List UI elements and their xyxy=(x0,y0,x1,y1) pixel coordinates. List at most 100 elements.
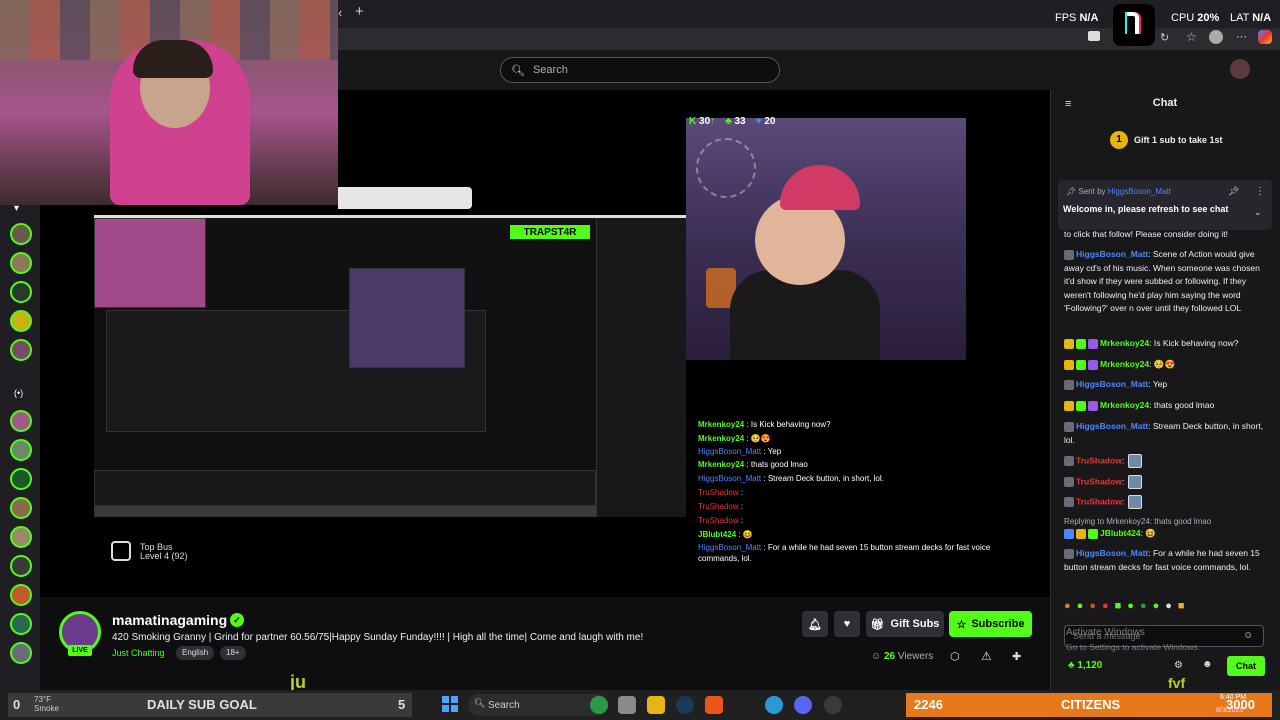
followed-channel-avatar[interactable] xyxy=(10,584,32,606)
search-placeholder: Search xyxy=(532,64,568,76)
copilot-icon[interactable] xyxy=(1258,30,1272,44)
emote-bar[interactable]: ● ● ● ● ■ ● ● ● ● ■ xyxy=(1064,600,1264,612)
user-badge-icon xyxy=(1064,379,1074,390)
user-badge-icon xyxy=(1076,400,1086,411)
overlay-logo-fvf: fvf xyxy=(1168,675,1186,691)
channel-name[interactable]: mamatinagaming xyxy=(112,612,227,628)
more-menu-icon[interactable]: ⋯ xyxy=(1236,30,1247,43)
user-badge-icon xyxy=(1088,400,1098,411)
clock-time: 6:40 PM xyxy=(1220,694,1247,701)
citizens-label: CITIZENS xyxy=(1061,697,1121,712)
favorites-icon[interactable]: ☆ xyxy=(1186,30,1197,44)
steam-icon[interactable] xyxy=(676,696,694,714)
live-badge: LIVE xyxy=(68,645,92,656)
overlay-bar xyxy=(338,187,472,209)
search-input[interactable]: 🔍︎ Search xyxy=(500,57,780,83)
star-icon: ☆ xyxy=(956,618,967,631)
followed-channel-avatar[interactable] xyxy=(10,310,32,332)
followed-channel-avatar[interactable] xyxy=(10,439,32,461)
chat-title: Chat xyxy=(1152,97,1178,109)
bus-level: Level 4 (92) xyxy=(140,551,188,561)
user-badge-icon xyxy=(1076,338,1086,349)
stream-chat-line: TruShadow : xyxy=(698,516,744,525)
pin-icon[interactable]: 📌︎ xyxy=(1228,186,1239,197)
daily-sub-goal-bar: 0 73°F Smoke DAILY SUB GOAL 5 xyxy=(8,693,412,717)
stream-chat-line: JBlubt424 : 😆 xyxy=(698,530,753,539)
follow-heart-icon[interactable]: ♥ xyxy=(834,611,860,637)
stream-title: 420 Smoking Granny | Grind for partner 6… xyxy=(112,632,644,643)
activate-windows-title: Activate Windows xyxy=(1066,627,1145,638)
obs-icon[interactable] xyxy=(824,696,842,714)
windows-start-icon[interactable] xyxy=(442,696,458,712)
emoji-picker-icon[interactable]: ☺ xyxy=(1243,630,1253,641)
user-badge-icon xyxy=(1064,477,1074,487)
extension-icon[interactable] xyxy=(1088,31,1100,41)
expand-pinned-icon[interactable]: ⌄ xyxy=(1254,207,1262,218)
followed-channel-avatar[interactable] xyxy=(10,555,32,577)
app-icon[interactable] xyxy=(590,696,608,714)
notification-bell-icon[interactable]: 🔔︎ xyxy=(802,611,828,637)
fps-readout: FPS N/A xyxy=(1055,12,1099,24)
file-explorer-icon[interactable] xyxy=(618,696,636,714)
user-badge-icon xyxy=(1088,359,1098,370)
followed-channel-avatar[interactable] xyxy=(10,468,32,490)
followed-channel-avatar[interactable] xyxy=(10,410,32,432)
followed-channel-avatar[interactable] xyxy=(10,497,32,519)
followed-channel-avatar[interactable] xyxy=(10,613,32,635)
followed-channel-avatar[interactable] xyxy=(10,642,32,664)
new-tab-icon[interactable]: + xyxy=(355,3,364,20)
cpu-readout: CPU 20% xyxy=(1171,12,1220,24)
brave-icon[interactable] xyxy=(705,696,723,714)
stream-chat-line: HiggsBoson_Matt : For a while he had sev… xyxy=(698,543,991,552)
goal-target: 5 xyxy=(398,697,406,712)
viewers-icon: ☺ xyxy=(871,651,882,662)
refresh-icon[interactable]: ↻ xyxy=(1160,31,1169,44)
tag-language[interactable]: English xyxy=(176,646,215,660)
stream-chat-line: Mrkenkoy24 : Is Kick behaving now? xyxy=(698,420,831,429)
channel-points[interactable]: ♣ 1,120 xyxy=(1068,660,1102,671)
subscribe-button[interactable]: ☆ Subscribe xyxy=(949,611,1032,637)
activate-windows-subtitle: Go to Settings to activate Windows. xyxy=(1066,642,1201,652)
tag-mature[interactable]: 18+ xyxy=(220,646,246,660)
profile-avatar[interactable] xyxy=(1209,30,1223,44)
chat-users-icon[interactable]: ☻ xyxy=(1202,659,1213,670)
chat-message: TruShadow: xyxy=(1064,475,1264,489)
user-badge-icon xyxy=(1064,359,1074,370)
followed-channel-avatar[interactable] xyxy=(10,223,32,245)
report-icon[interactable]: ⚠ xyxy=(981,649,992,663)
followed-channel-avatar[interactable] xyxy=(10,281,32,303)
stream-chat-line: TruShadow : xyxy=(698,502,744,511)
chat-message: TruShadow: xyxy=(1064,454,1264,468)
stream-chat-line: commands, lol. xyxy=(698,554,752,563)
pinned-more-icon[interactable]: ⋮ xyxy=(1255,186,1265,197)
chat-message: HiggsBoson_Matt: For a while he had seve… xyxy=(1064,548,1260,572)
category-link[interactable]: Just Chatting xyxy=(112,648,165,658)
followed-channel-avatar[interactable] xyxy=(10,339,32,361)
followed-channel-avatar[interactable] xyxy=(10,526,32,548)
send-chat-button[interactable]: Chat xyxy=(1227,656,1265,676)
nested-cam2 xyxy=(349,268,465,368)
weather: 73°F Smoke xyxy=(34,695,59,713)
close-tab-icon[interactable]: ‹ xyxy=(338,5,342,20)
chat-message: JBlubt424: 😆 xyxy=(1064,527,1264,541)
search-icon: 🔍︎ xyxy=(511,64,525,77)
followed-channel-avatar[interactable] xyxy=(10,252,32,274)
add-friend-icon[interactable]: ✚ xyxy=(1012,650,1021,663)
discord-icon[interactable] xyxy=(794,696,812,714)
chat-settings-icon[interactable]: ⚙ xyxy=(1174,660,1183,671)
stream-chat-line: HiggsBoson_Matt : Yep xyxy=(698,447,782,456)
goal-label: DAILY SUB GOAL xyxy=(147,697,257,712)
folder-icon[interactable] xyxy=(647,696,665,714)
share-icon[interactable]: ⬡ xyxy=(950,650,960,663)
gift-leaderboard[interactable]: 1 Gift 1 sub to take 1st xyxy=(1110,131,1223,149)
gift-icon: 🎁︎ xyxy=(870,618,885,631)
gift-subs-button[interactable]: 🎁︎ Gift Subs xyxy=(866,611,944,637)
verified-icon: ✓ xyxy=(230,613,244,627)
streamer-webcam xyxy=(0,0,338,205)
chat-message: Mrkenkoy24: 🥺😍 xyxy=(1064,358,1264,372)
emote-icon xyxy=(1128,475,1143,489)
edge-icon[interactable] xyxy=(765,696,783,714)
user-avatar[interactable] xyxy=(1230,59,1250,79)
user-badge-icon xyxy=(1088,338,1098,349)
taskbar-search[interactable]: 🔍︎ Search xyxy=(468,694,608,716)
